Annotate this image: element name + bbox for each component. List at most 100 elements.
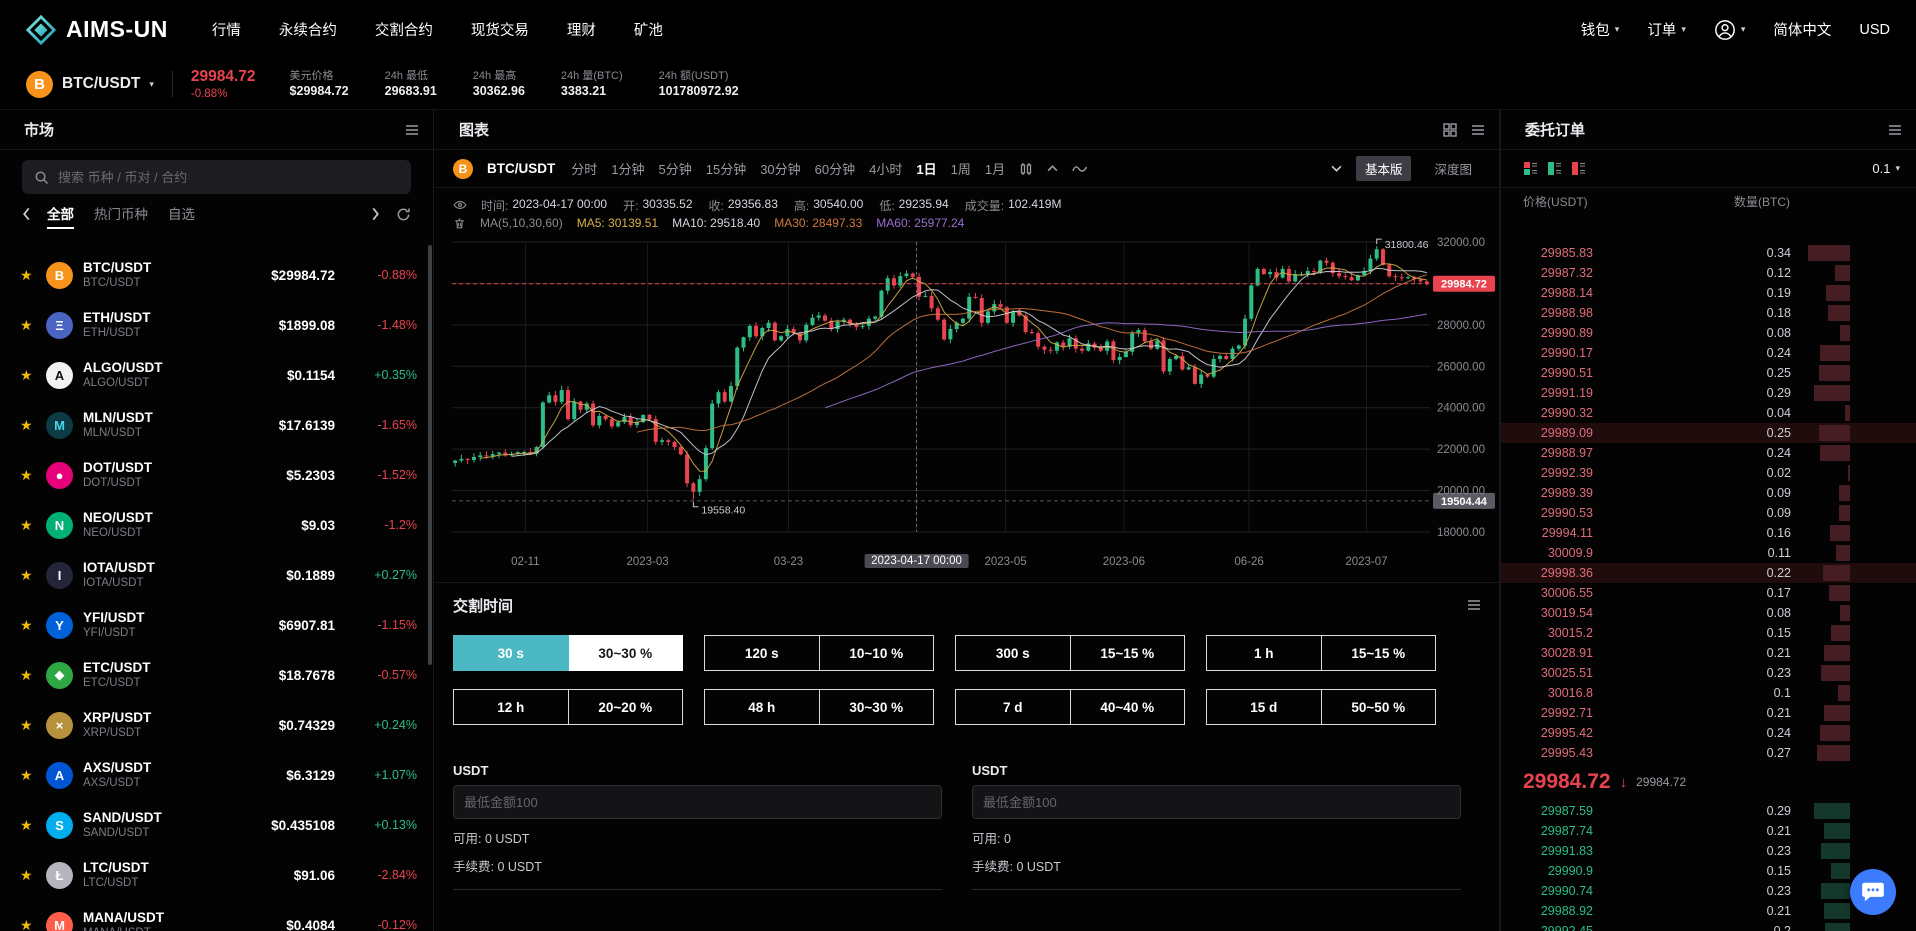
orders-menu[interactable]: 订单 ▾: [1647, 19, 1686, 40]
chart-tab[interactable]: 图表: [459, 119, 489, 140]
panel-menu-button[interactable]: [1471, 124, 1485, 136]
delivery-time-button[interactable]: 12 h: [453, 689, 569, 725]
orderbook-ask-row[interactable]: 30015.20.15: [1501, 623, 1916, 643]
nav-item-0[interactable]: 行情: [212, 19, 241, 40]
tabs-scroll-left[interactable]: [22, 207, 31, 221]
timeframe-9[interactable]: 1月: [985, 159, 1005, 178]
market-coin-row[interactable]: ★SSAND/USDTSAND/USDT$0.435108+0.13%: [0, 800, 433, 850]
delivery-time-button[interactable]: 48 h: [704, 689, 820, 725]
orderbook-ask-row[interactable]: 30025.510.23: [1501, 663, 1916, 683]
orderbook-ask-row[interactable]: 29990.890.08: [1501, 323, 1916, 343]
favorite-star-icon[interactable]: ★: [20, 517, 36, 534]
market-coin-row[interactable]: ★MMANA/USDTMANA/USDT$0.4084-0.12%: [0, 900, 433, 931]
market-tab-2[interactable]: 自选: [168, 199, 195, 229]
tabs-scroll-right[interactable]: [371, 207, 380, 221]
amount-input[interactable]: [972, 785, 1461, 819]
candlestick-chart[interactable]: 19504.4429984.7232000.0028000.0026000.00…: [435, 234, 1499, 554]
nav-item-5[interactable]: 矿池: [634, 19, 663, 40]
market-tab-1[interactable]: 热门币种: [94, 199, 148, 229]
delivery-time-button[interactable]: 15 d: [1206, 689, 1322, 725]
timeframe-2[interactable]: 5分钟: [659, 159, 692, 178]
favorite-star-icon[interactable]: ★: [20, 767, 36, 784]
line-style-button[interactable]: [1072, 164, 1088, 174]
currency-select[interactable]: USD: [1859, 22, 1890, 38]
market-coin-row[interactable]: ★MMLN/USDTMLN/USDT$17.6139-1.65%: [0, 400, 433, 450]
orderbook-ask-row[interactable]: 30009.90.11: [1501, 543, 1916, 563]
market-tab-0[interactable]: 全部: [47, 199, 74, 229]
timeframe-1[interactable]: 1分钟: [611, 159, 644, 178]
orderbook-ask-row[interactable]: 29985.830.34: [1501, 243, 1916, 263]
timeframe-7[interactable]: 1日: [916, 159, 936, 178]
timeframe-0[interactable]: 分时: [571, 159, 597, 178]
orderbook-ask-row[interactable]: 30016.80.1: [1501, 683, 1916, 703]
favorite-star-icon[interactable]: ★: [20, 267, 36, 284]
profile-menu[interactable]: ▾: [1714, 19, 1746, 41]
toggle-visibility-button[interactable]: [453, 198, 467, 212]
orderbook-ask-row[interactable]: 29994.110.16: [1501, 523, 1916, 543]
delivery-time-button[interactable]: 7 d: [955, 689, 1071, 725]
delivery-time-button[interactable]: 120 s: [704, 635, 820, 671]
amount-input[interactable]: [453, 785, 942, 819]
orderbook-bid-row[interactable]: 29991.830.23: [1501, 841, 1916, 861]
market-coin-row[interactable]: ★ŁLTC/USDTLTC/USDT$91.06-2.84%: [0, 850, 433, 900]
search-box[interactable]: [22, 160, 411, 194]
timeframe-4[interactable]: 30分钟: [760, 159, 800, 178]
customer-service-button[interactable]: [1850, 869, 1896, 915]
orderbook-bid-row[interactable]: 29987.590.29: [1501, 801, 1916, 821]
delivery-percent-button[interactable]: 15~15 %: [1322, 635, 1437, 671]
orderbook-ask-row[interactable]: 30028.910.21: [1501, 643, 1916, 663]
language-select[interactable]: 简体中文: [1773, 19, 1831, 40]
delivery-percent-button[interactable]: 20~20 %: [569, 689, 684, 725]
market-coin-row[interactable]: ★●DOT/USDTDOT/USDT$5.2303-1.52%: [0, 450, 433, 500]
favorite-star-icon[interactable]: ★: [20, 917, 36, 931]
delivery-time-button[interactable]: 300 s: [955, 635, 1071, 671]
orderbook-bid-row[interactable]: 29987.740.21: [1501, 821, 1916, 841]
favorite-star-icon[interactable]: ★: [20, 467, 36, 484]
timeframe-8[interactable]: 1周: [951, 159, 971, 178]
panel-menu-button[interactable]: [405, 124, 419, 136]
favorite-star-icon[interactable]: ★: [20, 567, 36, 584]
timeframe-3[interactable]: 15分钟: [706, 159, 746, 178]
logo[interactable]: AIMS-UN: [26, 15, 168, 45]
favorite-star-icon[interactable]: ★: [20, 367, 36, 384]
orderbook-ask-row[interactable]: 29995.420.24: [1501, 723, 1916, 743]
market-coin-row[interactable]: ★NNEO/USDTNEO/USDT$9.03-1.2%: [0, 500, 433, 550]
delivery-percent-button[interactable]: 40~40 %: [1071, 689, 1186, 725]
orderbook-ask-row[interactable]: 29995.430.27: [1501, 743, 1916, 763]
search-input[interactable]: [58, 170, 399, 185]
favorite-star-icon[interactable]: ★: [20, 667, 36, 684]
market-coin-row[interactable]: ★×XRP/USDTXRP/USDT$0.74329+0.24%: [0, 700, 433, 750]
orderbook-ask-row[interactable]: 29990.320.04: [1501, 403, 1916, 423]
tab-basic-version[interactable]: 基本版: [1356, 156, 1412, 181]
orderbook-ask-row[interactable]: 29989.090.25: [1501, 423, 1916, 443]
orderbook-bid-row[interactable]: 29992.450.2: [1501, 921, 1916, 931]
market-coin-row[interactable]: ★AALGO/USDTALGO/USDT$0.1154+0.35%: [0, 350, 433, 400]
delivery-percent-button[interactable]: 10~10 %: [820, 635, 935, 671]
nav-item-4[interactable]: 理财: [567, 19, 596, 40]
scrollbar[interactable]: [428, 245, 432, 665]
delivery-time-button[interactable]: 30 s: [453, 635, 569, 671]
market-coin-row[interactable]: ★AAXS/USDTAXS/USDT$6.3129+1.07%: [0, 750, 433, 800]
view-book-asks-button[interactable]: [1571, 161, 1586, 176]
panel-menu-button[interactable]: [1888, 124, 1902, 136]
timeframe-5[interactable]: 60分钟: [815, 159, 855, 178]
orderbook-ask-row[interactable]: 30019.540.08: [1501, 603, 1916, 623]
panel-menu-button[interactable]: [1467, 599, 1481, 611]
orderbook-ask-row[interactable]: 29992.710.21: [1501, 703, 1916, 723]
layout-button[interactable]: [1443, 123, 1457, 137]
orderbook-ask-row[interactable]: 29988.140.19: [1501, 283, 1916, 303]
view-book-both-button[interactable]: [1523, 161, 1538, 176]
orderbook-ask-row[interactable]: 29990.530.09: [1501, 503, 1916, 523]
market-coin-row[interactable]: ★IIOTA/USDTIOTA/USDT$0.1889+0.27%: [0, 550, 433, 600]
market-coin-row[interactable]: ★BBTC/USDTBTC/USDT$29984.72-0.88%: [0, 250, 433, 300]
refresh-button[interactable]: [396, 207, 411, 222]
orderbook-ask-row[interactable]: 29989.390.09: [1501, 483, 1916, 503]
timeframe-6[interactable]: 4小时: [869, 159, 902, 178]
delivery-time-button[interactable]: 1 h: [1206, 635, 1322, 671]
favorite-star-icon[interactable]: ★: [20, 717, 36, 734]
delivery-percent-button[interactable]: 50~50 %: [1322, 689, 1437, 725]
favorite-star-icon[interactable]: ★: [20, 417, 36, 434]
delivery-percent-button[interactable]: 30~30 %: [820, 689, 935, 725]
view-book-bids-button[interactable]: [1547, 161, 1562, 176]
orderbook-ask-row[interactable]: 29990.170.24: [1501, 343, 1916, 363]
